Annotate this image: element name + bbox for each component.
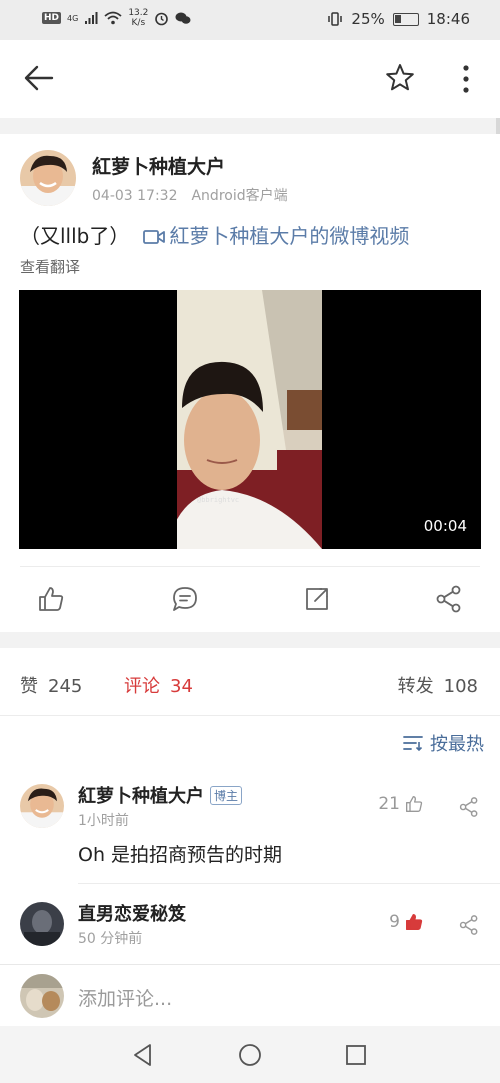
commenter-name[interactable]: 紅萝卜种植大户 博主 <box>78 782 243 808</box>
comment-text: Oh 是拍招商预告的时期 <box>78 844 283 866</box>
system-nav-bar <box>0 1026 500 1083</box>
share-icon[interactable] <box>458 796 480 818</box>
comment-item: 直男恋爱秘笈 50 分钟前 9 <box>0 884 500 964</box>
weibo-post: 紅萝卜种植大户 04-03 17:32 Android客户端 （又lllb了） 紅萝… <box>0 134 500 632</box>
alarm-icon <box>155 12 169 25</box>
comment-input-bar: 添加评论... <box>0 964 500 1026</box>
home-circle-icon[interactable] <box>237 1042 263 1068</box>
post-time: 04-03 17:32 <box>92 188 178 204</box>
likes-label: 赞 <box>20 676 38 697</box>
divider <box>20 566 480 567</box>
comment-like-count: 21 <box>378 794 400 814</box>
commenter-name[interactable]: 直男恋爱秘笈 <box>78 900 186 926</box>
author-badge: 博主 <box>210 786 243 805</box>
status-bar: HD 4G 13.2 K/s 25% 18:46 <box>0 0 500 40</box>
my-avatar <box>20 974 64 1018</box>
network-speed: 13.2 K/s <box>128 8 148 28</box>
comment-time: 1小时前 <box>78 813 129 829</box>
vibrate-icon <box>328 12 343 26</box>
video-duration: 00:04 <box>423 517 467 535</box>
top-app-bar <box>0 40 500 118</box>
battery-icon <box>392 12 419 26</box>
video-link[interactable]: 紅萝卜种植大户的微博视频 <box>143 224 409 248</box>
comment-input[interactable]: 添加评论... <box>78 984 172 1011</box>
speed-unit: K/s <box>131 18 146 28</box>
comment-icon[interactable] <box>170 584 200 614</box>
comments-count: 34 <box>170 676 193 697</box>
sort-label: 按最热 <box>430 734 484 755</box>
share-icon[interactable] <box>458 914 480 936</box>
post-source: Android客户端 <box>191 188 288 204</box>
speed-value: 13.2 <box>128 8 149 18</box>
commenter-avatar[interactable] <box>20 784 64 828</box>
back-triangle-icon[interactable] <box>130 1042 156 1068</box>
likes-count: 245 <box>48 676 83 697</box>
stats-tabs: 赞 245 评论 34 转发 108 <box>0 648 500 716</box>
liked-icon <box>406 914 423 930</box>
translate-link[interactable]: 查看翻译 <box>20 256 80 277</box>
hd-icon: HD <box>42 12 62 24</box>
author-avatar[interactable] <box>20 150 76 206</box>
comment-item: 紅萝卜种植大户 博主 1小时前 Oh 是拍招商预告的时期 21 <box>0 766 500 884</box>
commenter-avatar[interactable] <box>20 902 64 946</box>
sort-button[interactable]: 按最热 <box>402 730 484 756</box>
tab-likes[interactable]: 赞 245 <box>20 672 82 698</box>
comments-label: 评论 <box>124 676 160 697</box>
status-left: HD 4G 13.2 K/s <box>42 8 191 28</box>
clock: 18:46 <box>426 10 470 28</box>
post-body: （又lllb了） <box>20 224 130 248</box>
reposts-count: 108 <box>443 676 478 697</box>
video-player[interactable]: @bbrightvc 00:04 <box>19 290 481 549</box>
like-icon[interactable] <box>36 584 66 614</box>
share-icon[interactable] <box>434 584 464 614</box>
video-link-text: 紅萝卜种植大户的微博视频 <box>169 224 410 248</box>
reposts-label: 转发 <box>397 676 434 697</box>
back-arrow-icon[interactable] <box>22 60 56 96</box>
section-gap <box>0 632 500 648</box>
video-watermark: @bbrightvc <box>197 496 240 504</box>
section-gap <box>0 118 500 134</box>
video-thumbnail: @bbrightvc <box>177 290 322 549</box>
recents-square-icon[interactable] <box>343 1042 369 1068</box>
status-right: 25% 18:46 <box>327 10 470 28</box>
sort-icon <box>403 736 423 752</box>
battery-percent: 25% <box>351 10 385 28</box>
author-name[interactable]: 紅萝卜种植大户 <box>92 152 225 179</box>
wechat-icon <box>175 12 191 24</box>
more-vertical-icon[interactable] <box>454 62 478 96</box>
wifi-icon <box>104 11 122 25</box>
star-icon[interactable] <box>384 62 416 94</box>
tab-comments[interactable]: 评论 34 <box>124 672 193 698</box>
comment-like-count: 9 <box>389 912 400 932</box>
post-meta: 04-03 17:32 Android客户端 <box>92 185 288 205</box>
post-text: （又lllb了） 紅萝卜种植大户的微博视频 <box>20 220 409 249</box>
like-icon <box>406 796 423 812</box>
comment-like-button[interactable]: 9 <box>389 912 424 932</box>
repost-icon[interactable] <box>302 584 332 614</box>
commenter-name-text: 紅萝卜种植大户 <box>78 786 204 807</box>
comment-like-button[interactable]: 21 <box>378 794 424 814</box>
video-camera-icon <box>143 230 166 244</box>
signal-icon <box>85 12 98 24</box>
sort-row: 按最热 <box>0 716 500 766</box>
tab-reposts[interactable]: 转发 108 <box>398 672 478 698</box>
comment-time: 50 分钟前 <box>78 931 143 947</box>
network-type: 4G <box>67 13 79 23</box>
